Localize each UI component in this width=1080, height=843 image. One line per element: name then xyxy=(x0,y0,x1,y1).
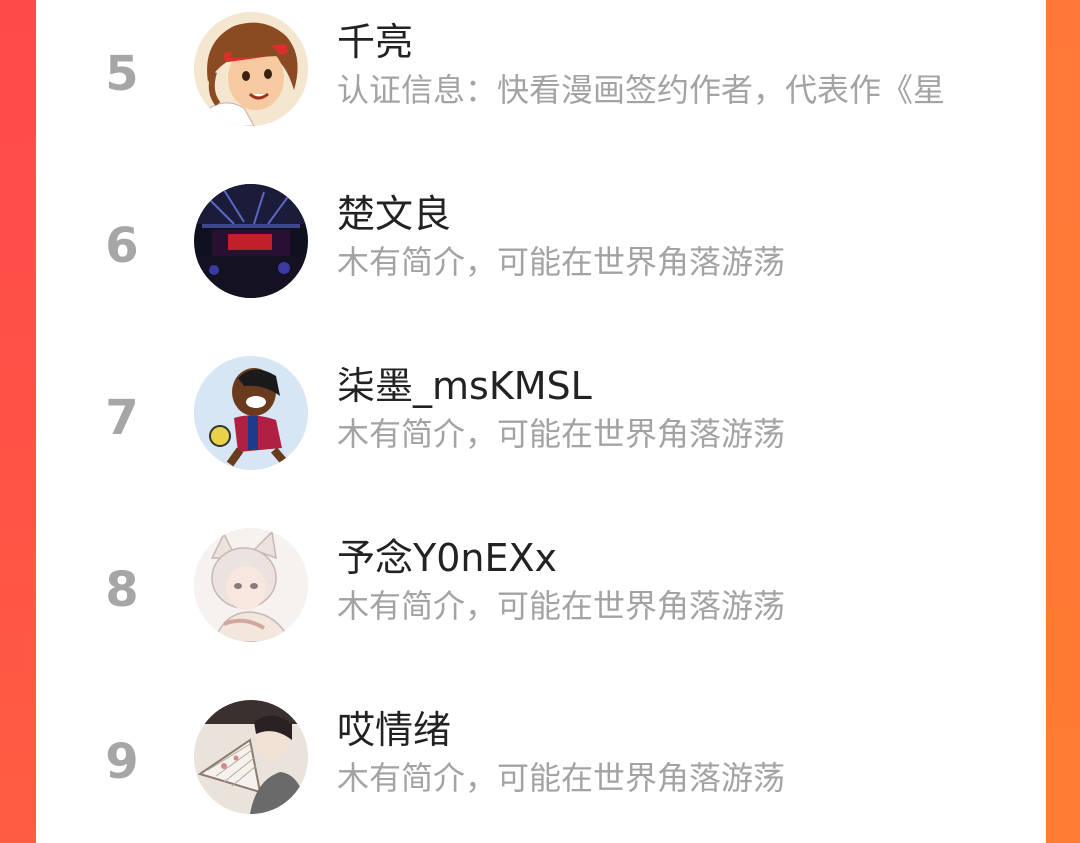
user-description: 木有简介，可能在世界角落游荡 xyxy=(337,590,786,622)
girl-with-fan-avatar[interactable] xyxy=(194,700,308,814)
user-name[interactable]: 千亮 xyxy=(337,23,413,61)
user-description: 木有简介，可能在世界角落游荡 xyxy=(337,246,786,278)
user-description: 木有简介，可能在世界角落游荡 xyxy=(337,762,786,794)
concert-stage-avatar[interactable] xyxy=(194,184,308,298)
user-name[interactable]: 予念Y0nEXx xyxy=(337,539,557,577)
right-frame-gradient xyxy=(1046,0,1080,843)
rank-number: 8 xyxy=(105,562,139,618)
user-description: 木有简介，可能在世界角落游荡 xyxy=(337,418,786,450)
rank-number: 5 xyxy=(105,46,139,102)
rank-number: 7 xyxy=(105,390,139,446)
rank-number: 9 xyxy=(105,734,139,790)
list-item[interactable]: 6 楚文良 木有简介，可能在世界角落游荡 xyxy=(36,172,1046,342)
left-frame-gradient xyxy=(0,0,36,843)
list-item[interactable]: 7 柒墨_msKMSL 木有简介，可能在世界角落游荡 xyxy=(36,344,1046,514)
ranking-list-card: 5 千亮 认证信息：快看漫画签约作者，代表作《星 6 楚文良 木有简介，可能在世… xyxy=(36,0,1046,843)
list-item[interactable]: 8 予念Y0nEXx 木有简介，可能在世界角落游荡 xyxy=(36,516,1046,686)
manga-character-headband-avatar[interactable] xyxy=(194,12,308,126)
user-name[interactable]: 楚文良 xyxy=(337,195,451,233)
anime-catboy-avatar[interactable] xyxy=(194,528,308,642)
list-item[interactable]: 5 千亮 认证信息：快看漫画签约作者，代表作《星 xyxy=(36,0,1046,170)
rank-number: 6 xyxy=(105,218,139,274)
user-description: 认证信息：快看漫画签约作者，代表作《星 xyxy=(337,74,946,106)
user-name[interactable]: 哎情绪 xyxy=(337,711,451,749)
user-name[interactable]: 柒墨_msKMSL xyxy=(337,367,592,405)
list-item[interactable]: 9 哎情绪 木有简介，可能在世界角落游荡 xyxy=(36,688,1046,843)
cartoon-footballer-avatar[interactable] xyxy=(194,356,308,470)
